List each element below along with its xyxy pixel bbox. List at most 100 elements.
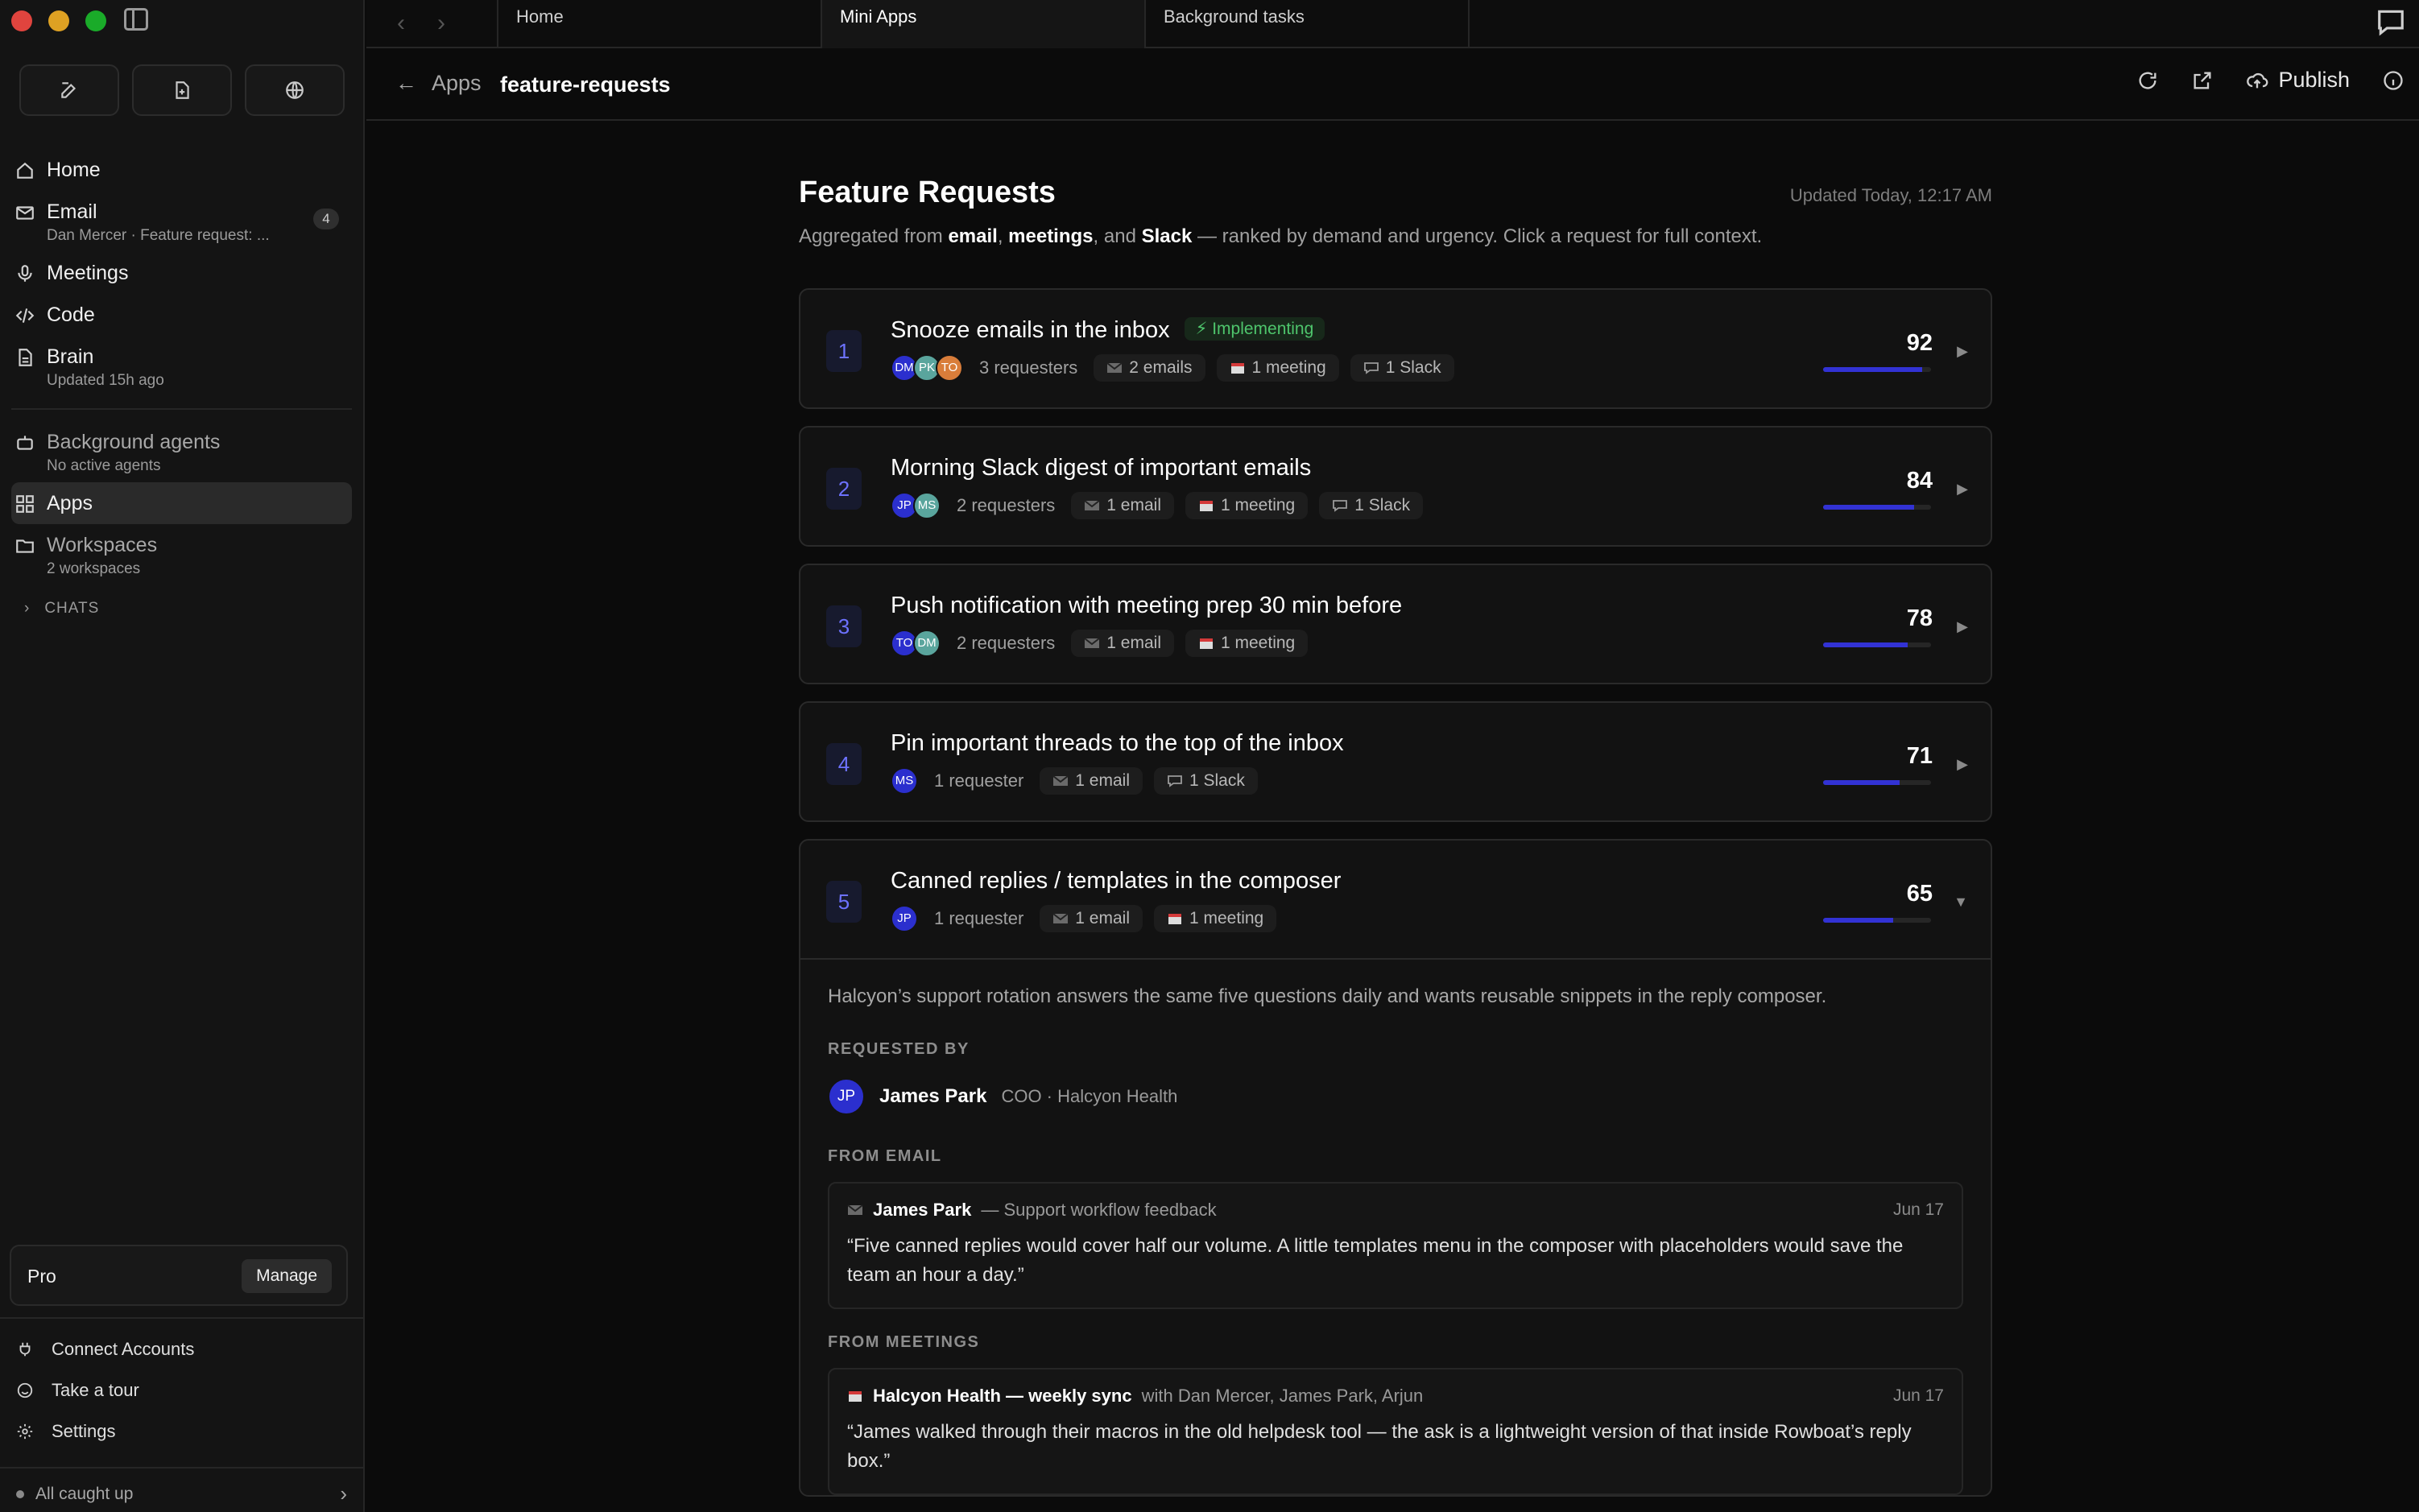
take-tour-link[interactable]: Take a tour: [0, 1369, 363, 1411]
sidebar-item-brain[interactable]: Brain Updated 15h ago: [11, 336, 352, 397]
demand-score: 65: [1906, 881, 1933, 907]
sidebar-item-meetings[interactable]: Meetings: [11, 252, 352, 294]
request-card[interactable]: 4 Pin important threads to the top of the…: [799, 701, 1992, 822]
requester-avatars: DM PK TO: [891, 354, 963, 382]
quick-actions: [19, 64, 345, 116]
external-link-icon[interactable]: [2191, 69, 2214, 92]
maximize-window-button[interactable]: [85, 10, 106, 31]
demand-score: 84: [1906, 468, 1933, 494]
request-card[interactable]: 1 Snooze emails in the inbox ⚡ Implementin…: [799, 288, 1992, 409]
sidebar-item-email[interactable]: Email Dan Mercer · Feature request: ... …: [11, 191, 352, 252]
subtitle-source-meetings: meetings: [1008, 225, 1094, 247]
chats-section-toggle[interactable]: › CHATS: [24, 600, 363, 618]
link-label: Settings: [52, 1420, 116, 1441]
new-document-button[interactable]: [132, 64, 232, 116]
document-icon: [19, 349, 32, 366]
request-title: Pin important threads to the top of the …: [891, 730, 1344, 757]
browser-button[interactable]: [245, 64, 345, 116]
request-card-header[interactable]: 5 Canned replies / templates in the compo…: [800, 841, 1991, 960]
close-window-button[interactable]: [11, 10, 32, 31]
score-bar-fill: [1823, 367, 1923, 372]
email-source-card[interactable]: James Park — Support workflow feedback J…: [828, 1182, 1963, 1309]
request-title: Snooze emails in the inbox ⚡ Implementing: [891, 317, 1325, 344]
request-title-text: Push notification with meeting prep 30 m…: [891, 593, 1403, 618]
requester-role: COO · Halcyon Health: [1001, 1086, 1178, 1106]
sidebar-item-label: Background agents: [47, 431, 221, 453]
minimize-window-button[interactable]: [48, 10, 69, 31]
status-text: All caught up: [35, 1484, 134, 1503]
email-count-chip: 1 email: [1071, 492, 1174, 519]
avatar: JP: [828, 1078, 865, 1115]
sidebar-item-label: Workspaces: [47, 534, 158, 556]
forward-arrow-icon[interactable]: ›: [437, 10, 445, 37]
back-arrow-icon[interactable]: ‹: [397, 10, 405, 37]
refresh-icon[interactable]: [2136, 69, 2159, 92]
expand-caret-icon[interactable]: ▶: [1957, 618, 1968, 635]
source-quote: “James walked through their macros in th…: [847, 1421, 1912, 1472]
mail-icon: [847, 1204, 863, 1215]
edit-icon: [61, 82, 76, 98]
calendar-icon: [1168, 914, 1181, 924]
sidebar-item-home[interactable]: Home: [11, 149, 352, 191]
sidebar-item-background-agents[interactable]: Background agents No active agents: [11, 421, 352, 482]
request-card-expanded[interactable]: 5 Canned replies / templates in the compo…: [799, 839, 1992, 1497]
tab-home[interactable]: Home: [497, 0, 822, 48]
cloud-upload-icon: [2247, 72, 2268, 88]
app-title: feature-requests: [500, 72, 671, 97]
back-to-apps-button[interactable]: ← Apps: [395, 71, 482, 96]
request-card[interactable]: 3 Push notification with meeting prep 30 …: [799, 564, 1992, 684]
publish-label: Publish: [2278, 68, 2350, 92]
collapse-caret-icon[interactable]: ▼: [1954, 894, 1968, 911]
unread-badge: 4: [313, 209, 339, 229]
meeting-source-card[interactable]: Halcyon Health — weekly sync with Dan Me…: [828, 1368, 1963, 1495]
connect-accounts-link[interactable]: Connect Accounts: [0, 1328, 363, 1369]
calendar-icon: [1200, 501, 1213, 511]
requester-count: 2 requesters: [957, 495, 1056, 515]
manage-button[interactable]: Manage: [242, 1259, 332, 1293]
source-attendees: with Dan Mercer, James Park, Arjun: [1141, 1386, 1424, 1406]
meeting-count-chip: 1 meeting: [1185, 492, 1309, 519]
expand-caret-icon[interactable]: ▶: [1957, 756, 1968, 773]
tab-mini-apps[interactable]: Mini Apps: [821, 0, 1146, 48]
sidebar-item-label: Brain: [47, 345, 94, 368]
subtitle-text: — ranked by demand and urgency. Click a …: [1192, 225, 1763, 247]
request-list: 1 Snooze emails in the inbox ⚡ Implementin…: [799, 288, 1992, 1497]
slack-count-chip: 1 Slack: [1154, 767, 1258, 795]
sidebar-item-apps[interactable]: Apps: [11, 482, 352, 524]
request-title-text: Canned replies / templates in the compos…: [891, 868, 1342, 894]
info-icon[interactable]: [2382, 69, 2405, 92]
plan-box: Pro Manage: [10, 1245, 348, 1306]
source-meeting-title: Halcyon Health — weekly sync: [873, 1386, 1132, 1406]
expand-caret-icon[interactable]: ▶: [1957, 343, 1968, 360]
requester-count: 2 requesters: [957, 633, 1056, 653]
sidebar-item-workspaces[interactable]: Workspaces 2 workspaces: [11, 524, 352, 585]
link-label: Take a tour: [52, 1379, 139, 1400]
sidebar-item-sub: Dan Mercer · Feature request: ...: [47, 227, 270, 244]
new-note-button[interactable]: [19, 64, 119, 116]
score-bar-fill: [1823, 505, 1914, 510]
settings-link[interactable]: Settings: [0, 1411, 363, 1452]
email-count-chip-label: 1 email: [1106, 496, 1161, 514]
file-plus-icon: [176, 81, 189, 99]
page-title: Feature Requests: [799, 176, 1056, 209]
requester-avatars: JP: [891, 905, 918, 932]
sidebar-item-label: Home: [47, 159, 101, 181]
sidebar-item-code[interactable]: Code: [11, 294, 352, 336]
from-meetings-label: FROM MEETINGS: [828, 1333, 980, 1351]
sidebar-toggle-icon[interactable]: [124, 8, 148, 31]
status-badge: ⚡ Implementing: [1184, 317, 1325, 341]
tab-background-tasks[interactable]: Background tasks: [1144, 0, 1470, 48]
email-count-chip-label: 1 email: [1106, 634, 1161, 652]
slack-count-chip-label: 1 Slack: [1189, 771, 1245, 790]
email-count-chip-label: 1 email: [1075, 771, 1130, 790]
code-icon: [15, 308, 35, 323]
chat-toggle-button[interactable]: [2376, 6, 2408, 39]
publish-button[interactable]: Publish: [2246, 68, 2350, 93]
status-line[interactable]: All caught up ›: [0, 1467, 363, 1506]
email-count-chip: 1 email: [1040, 767, 1143, 795]
page-subtitle: Aggregated from email, meetings, and Sla…: [799, 225, 1762, 248]
request-title: Push notification with meeting prep 30 m…: [891, 593, 1402, 619]
request-card[interactable]: 2 Morning Slack digest of important email…: [799, 426, 1992, 547]
request-title-text: Snooze emails in the inbox: [891, 317, 1170, 343]
expand-caret-icon[interactable]: ▶: [1957, 481, 1968, 498]
